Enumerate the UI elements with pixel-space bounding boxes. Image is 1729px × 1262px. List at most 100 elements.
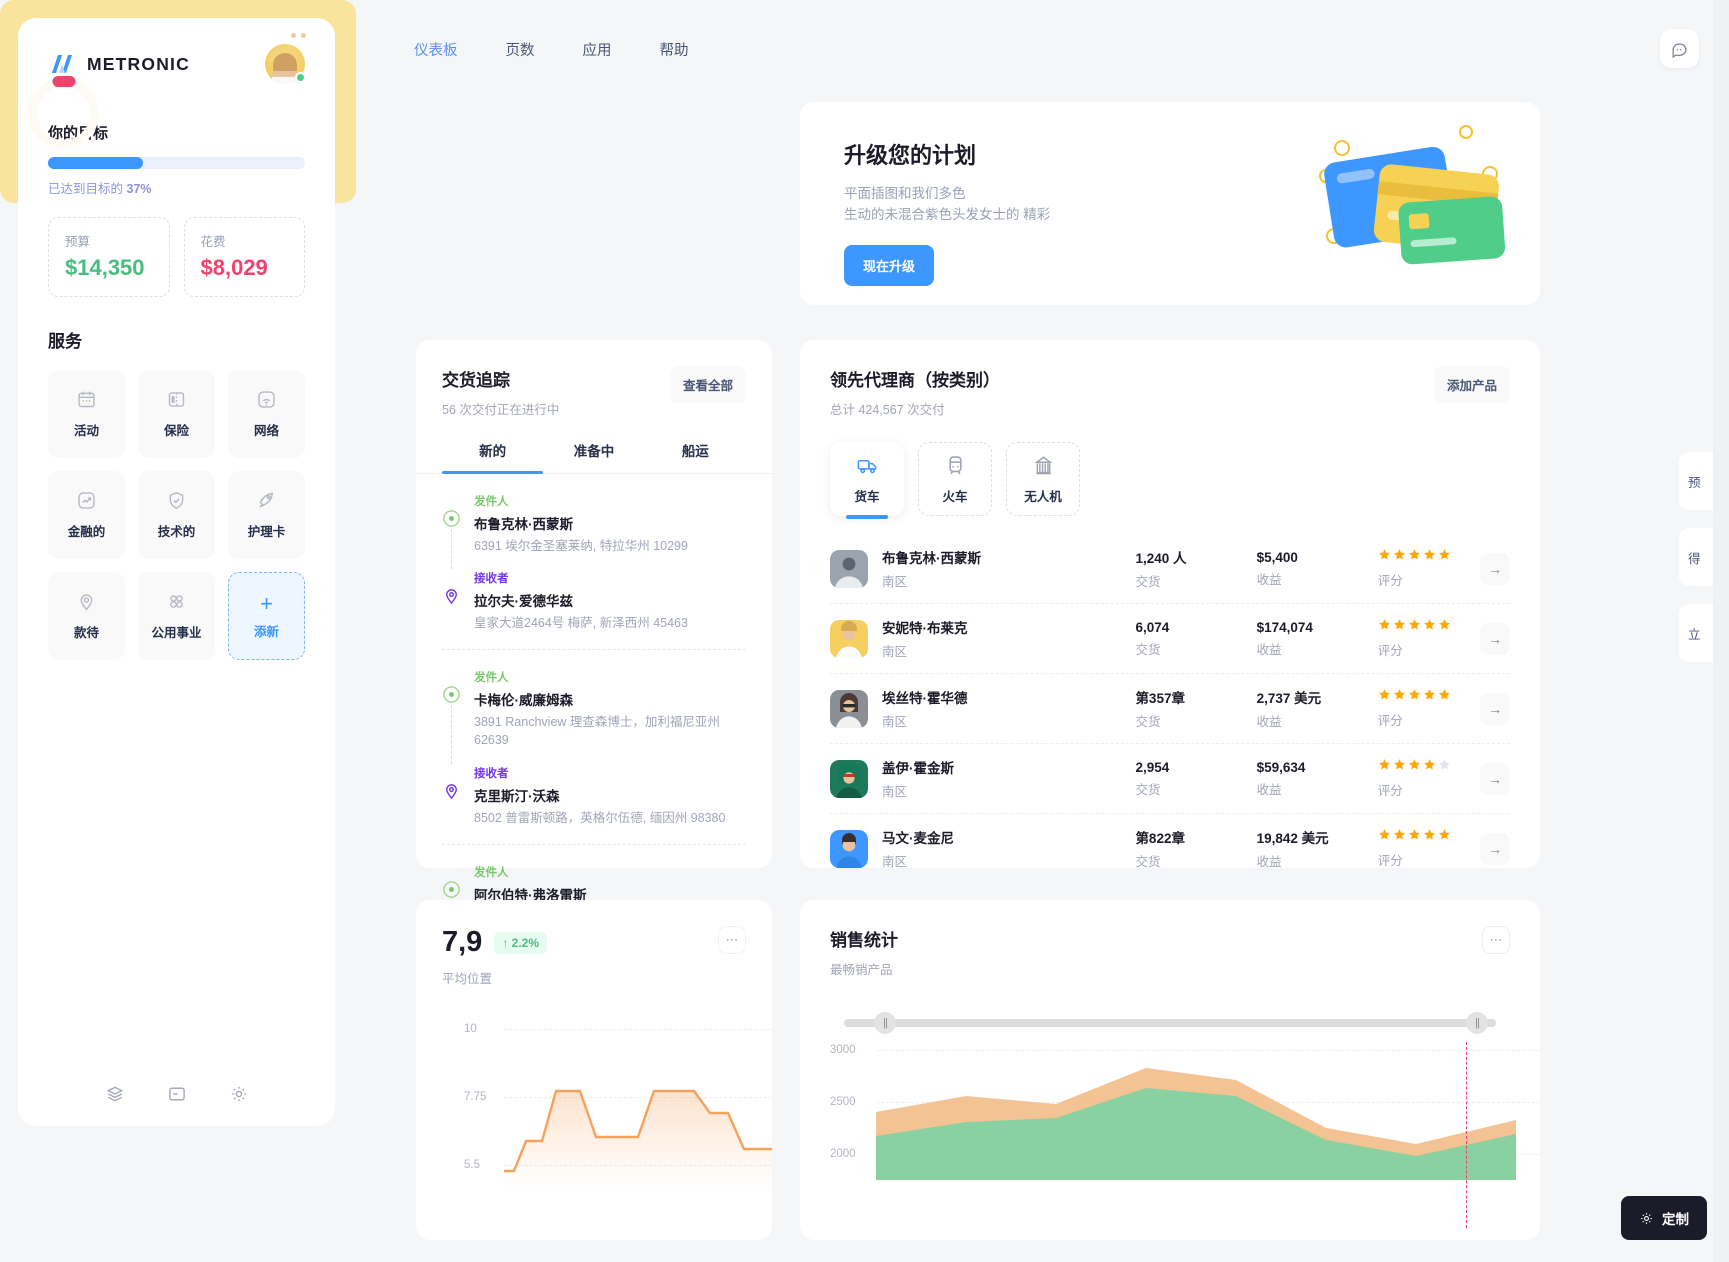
carousel-dot[interactable] — [291, 33, 296, 38]
slider-handle-right[interactable]: || — [1466, 1012, 1488, 1034]
service-tile-technical[interactable]: 技术的 — [138, 471, 215, 559]
agent-deliveries: 第822章 交货 — [1135, 827, 1256, 870]
table-row[interactable]: 埃丝特·霍华德 南区 第357章 交货 2,737 美元 收益 评分 → — [830, 673, 1510, 743]
star-icon — [1408, 828, 1421, 846]
sales-subtitle: 最畅销产品 — [830, 963, 893, 977]
row-arrow-icon[interactable]: → — [1480, 622, 1510, 655]
service-tile-network[interactable]: 网络 — [228, 370, 305, 458]
nav-item-help[interactable]: 帮助 — [656, 36, 693, 63]
agent-region: 南区 — [882, 785, 908, 799]
receiver-location-pin-icon — [442, 781, 461, 800]
sender-pin — [442, 669, 461, 764]
sales-heading: 销售统计 最畅销产品 — [830, 926, 898, 978]
delivery-sender-leg: 发件人 阿尔伯特·弗洛雷斯 — [442, 864, 746, 904]
nav-item-apps[interactable]: 应用 — [579, 36, 616, 63]
upgrade-subtitle-line2: 生动的未混合紫色头发女士的 精彩 — [844, 206, 1051, 222]
table-row[interactable]: 马文·麦金尼 南区 第822章 交货 19,842 美元 收益 评分 → — [830, 813, 1510, 883]
row-arrow-icon[interactable]: → — [1480, 832, 1510, 865]
service-label: 护理卡 — [247, 525, 286, 539]
brand[interactable]: METRONIC — [48, 50, 190, 78]
slider-track[interactable] — [844, 1019, 1496, 1027]
agent-region: 南区 — [882, 645, 908, 659]
tab-preparing[interactable]: 准备中 — [543, 440, 644, 473]
donut-marker — [52, 76, 75, 87]
star-icon — [1378, 688, 1391, 706]
agent-region: 南区 — [882, 575, 908, 589]
carousel-dot[interactable] — [301, 33, 306, 38]
wifi-icon — [256, 389, 277, 410]
service-label: 保险 — [163, 424, 189, 438]
nav-item-pages[interactable]: 页数 — [502, 36, 539, 63]
service-tile-carecard[interactable]: 护理卡 — [228, 471, 305, 559]
service-tile-utilities[interactable]: 公用事业 — [138, 572, 215, 660]
goal-progress-label: 已达到目标的 37% — [48, 178, 305, 197]
gear-icon[interactable] — [229, 1084, 249, 1104]
budget-stats: 预算 $14,350 花费 $8,029 — [48, 217, 305, 297]
services-title: 服务 — [48, 332, 82, 351]
view-all-button[interactable]: 查看全部 — [669, 366, 746, 403]
note-icon[interactable] — [167, 1084, 187, 1104]
avg-position-line-series — [504, 1089, 772, 1189]
service-label: 活动 — [73, 424, 99, 438]
receiver-address: 8502 普雷斯顿路，英格尔伍德, 缅因州 98380 — [474, 810, 726, 825]
agent-name: 布鲁克林·西蒙斯 — [882, 551, 981, 566]
delivery-entry: 发件人 布鲁克林·西蒙斯 6391 埃尔金圣塞莱纳, 特拉华州 10299 接收… — [442, 474, 746, 632]
receiver-name: 拉尔夫·爱德华兹 — [474, 594, 573, 610]
service-label: 技术的 — [157, 525, 196, 539]
calendar-icon — [76, 389, 97, 410]
service-tile-add-new[interactable]: + 添新 — [228, 572, 305, 660]
upgrade-plan-card: 升级您的计划 平面插图和我们多色 生动的未混合紫色头发女士的 精彩 现在升级 — [800, 102, 1540, 305]
rail-peek-card[interactable]: 得 — [1679, 528, 1713, 586]
sales-range-slider[interactable]: || || — [830, 1012, 1510, 1034]
tab-new[interactable]: 新的 — [442, 440, 544, 474]
service-tile-financial[interactable]: 金融的 — [48, 471, 125, 559]
upgrade-now-button[interactable]: 现在升级 — [844, 244, 935, 286]
avatar — [830, 549, 868, 588]
tab-shipping[interactable]: 船运 — [645, 440, 746, 473]
service-tile-hospitality[interactable]: 款待 — [48, 572, 125, 660]
row-arrow-icon[interactable]: → — [1480, 692, 1510, 725]
row-arrow-icon[interactable]: → — [1480, 552, 1510, 585]
delivery-heading: 交货追踪 56 次交付正在进行中 — [442, 366, 559, 418]
star-icon — [1408, 758, 1421, 776]
service-label: 金融的 — [67, 525, 106, 539]
agent-deliveries: 第357章 交货 — [1135, 687, 1256, 730]
row-arrow-icon[interactable]: → — [1480, 762, 1510, 795]
category-label: 无人机 — [1024, 489, 1062, 504]
category-drone[interactable]: 无人机 — [1006, 442, 1080, 516]
service-tile-insurance[interactable]: 保险 — [138, 370, 215, 458]
star-icon — [1423, 828, 1436, 846]
service-tile-events[interactable]: 活动 — [48, 370, 125, 458]
avg-position-value: 7,9 — [442, 926, 483, 958]
ellipsis-icon[interactable]: ⋯ — [1482, 926, 1510, 954]
nav-item-dashboard[interactable]: 仪表板 — [410, 36, 462, 63]
avatar[interactable] — [265, 44, 306, 84]
revenue-value: $174,074 — [1256, 619, 1313, 635]
table-row[interactable]: 布鲁克林·西蒙斯 南区 1,240 人 交货 $5,400 收益 评分 → — [830, 534, 1510, 603]
category-train[interactable]: 火车 — [918, 442, 992, 516]
upgrade-content: 升级您的计划 平面插图和我们多色 生动的未混合紫色头发女士的 精彩 现在升级 — [800, 102, 1540, 286]
sales-series — [876, 1068, 1516, 1180]
chat-button[interactable] — [1660, 29, 1699, 68]
dashboard-page: METRONIC 你的目标 已达到目标的 37% 预算 $14,350 花费 $… — [0, 0, 1729, 1262]
sales-header: 销售统计 最畅销产品 ⋯ — [830, 926, 1510, 978]
agent-deliveries: 6,074 交货 — [1135, 620, 1256, 658]
revenue-value: 19,842 美元 — [1256, 831, 1329, 846]
category-truck[interactable]: 货车 — [830, 442, 904, 519]
y-tick-label: 2500 — [830, 1096, 856, 1108]
layers-icon[interactable] — [105, 1084, 125, 1104]
rail-peek-label: 预 — [1688, 476, 1701, 490]
agent-deliveries: 2,954 交货 — [1135, 760, 1256, 798]
customize-button[interactable]: 定制 — [1621, 1196, 1707, 1240]
avg-position-caption: 平均位置 — [442, 972, 493, 986]
table-row[interactable]: 盖伊·霍金斯 南区 2,954 交货 $59,634 收益 评分 → — [830, 743, 1510, 813]
star-icon — [1393, 688, 1406, 706]
add-product-button[interactable]: 添加产品 — [1433, 366, 1510, 403]
rail-peek-card[interactable]: 预 — [1679, 452, 1713, 510]
slider-handle-left[interactable]: || — [874, 1012, 896, 1034]
table-row[interactable]: 安妮特·布莱克 南区 6,074 交货 $174,074 收益 评分 → — [830, 603, 1510, 673]
goal-progress-value: 37% — [126, 182, 152, 196]
ellipsis-icon[interactable]: ⋯ — [718, 926, 746, 954]
star-icon — [1438, 688, 1451, 706]
rail-peek-card[interactable]: 立 — [1679, 604, 1713, 662]
